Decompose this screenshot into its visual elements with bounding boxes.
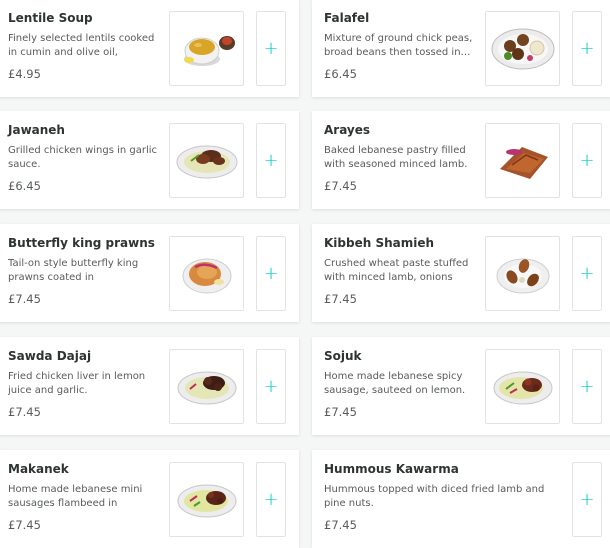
menu-item-text: Jawaneh Grilled chicken wings in garlic … xyxy=(8,123,158,193)
menu-item-card[interactable]: Falafel Mixture of ground chick peas, br… xyxy=(312,0,610,97)
menu-item-text: Butterfly king prawns Tail-on style butt… xyxy=(8,236,158,306)
menu-item-card[interactable]: Kibbeh Shamieh Crushed wheat paste stuff… xyxy=(312,224,610,322)
chicken-liver-icon[interactable] xyxy=(169,349,244,424)
menu-item-text: Falafel Mixture of ground chick peas, br… xyxy=(324,11,476,81)
menu-item-description: Fried chicken liver in lemon juice and g… xyxy=(8,371,146,396)
makanek-icon[interactable] xyxy=(169,462,244,537)
menu-item-name: Kibbeh Shamieh xyxy=(324,236,435,250)
menu-item-text: Makanek Home made lebanese mini sausages… xyxy=(8,462,158,532)
menu-item-name: Falafel xyxy=(324,11,370,25)
menu-item-description: Tail-on style butterfly king prawns coat… xyxy=(8,258,139,283)
menu-item-card[interactable]: Sawda Dajaj Fried chicken liver in lemon… xyxy=(0,337,299,435)
menu-item-text: Sojuk Home made lebanese spicy sausage, … xyxy=(324,349,476,419)
menu-grid: Lentile Soup Finely selected lentils coo… xyxy=(0,0,610,548)
menu-item-card[interactable]: Hummous Kawarma Hummous topped with dice… xyxy=(312,450,610,548)
menu-item-text: Arayes Baked lebanese pastry filled with… xyxy=(324,123,476,193)
add-item-button[interactable]: + xyxy=(572,236,602,311)
menu-item-description: Grilled chicken wings in garlic sauce. xyxy=(8,145,158,170)
menu-item-name: Arayes xyxy=(324,123,371,137)
menu-item-text: Sawda Dajaj Fried chicken liver in lemon… xyxy=(8,349,158,419)
menu-item-price: £7.45 xyxy=(324,405,357,419)
menu-item-price: £6.45 xyxy=(8,179,41,193)
menu-item-name: Lentile Soup xyxy=(8,11,93,25)
prawns-icon[interactable] xyxy=(169,236,244,311)
menu-item-name: Makanek xyxy=(8,462,69,476)
menu-item-description: Mixture of ground chick peas, broad bean… xyxy=(324,33,473,58)
add-item-button[interactable]: + xyxy=(256,11,286,86)
kibbeh-icon[interactable] xyxy=(485,236,560,311)
menu-item-price: £4.95 xyxy=(8,67,41,81)
menu-item-description: Hummous topped with diced fried lamb and… xyxy=(324,484,545,509)
menu-item-name: Hummous Kawarma xyxy=(324,462,459,476)
menu-item-price: £7.45 xyxy=(8,518,41,532)
falafel-icon[interactable] xyxy=(485,11,560,86)
menu-item-description: Finely selected lentils cooked in cumin … xyxy=(8,33,155,58)
menu-item-card[interactable]: Sojuk Home made lebanese spicy sausage, … xyxy=(312,337,610,435)
menu-item-name: Jawaneh xyxy=(8,123,65,137)
menu-item-price: £6.45 xyxy=(324,67,357,81)
menu-item-text: Kibbeh Shamieh Crushed wheat paste stuff… xyxy=(324,236,476,306)
chicken-wings-icon[interactable] xyxy=(169,123,244,198)
sojuk-icon[interactable] xyxy=(485,349,560,424)
menu-item-description: Home made lebanese mini sausages flambee… xyxy=(8,484,143,509)
menu-item-description: Crushed wheat paste stuffed with minced … xyxy=(324,258,469,283)
add-item-button[interactable]: + xyxy=(256,349,286,424)
menu-item-description: Home made lebanese spicy sausage, sautee… xyxy=(324,371,466,396)
menu-item-name: Butterfly king prawns xyxy=(8,236,155,250)
menu-item-price: £7.45 xyxy=(324,518,357,532)
menu-item-card[interactable]: Arayes Baked lebanese pastry filled with… xyxy=(312,111,610,209)
add-item-button[interactable]: + xyxy=(256,236,286,311)
add-item-button[interactable]: + xyxy=(256,462,286,537)
add-item-button[interactable]: + xyxy=(572,349,602,424)
menu-item-text: Lentile Soup Finely selected lentils coo… xyxy=(8,11,158,81)
menu-item-card[interactable]: Makanek Home made lebanese mini sausages… xyxy=(0,450,299,548)
add-item-button[interactable]: + xyxy=(572,123,602,198)
menu-item-card[interactable]: Butterfly king prawns Tail-on style butt… xyxy=(0,224,299,322)
menu-item-card[interactable]: Jawaneh Grilled chicken wings in garlic … xyxy=(0,111,299,209)
menu-item-card[interactable]: Lentile Soup Finely selected lentils coo… xyxy=(0,0,299,97)
menu-item-text: Hummous Kawarma Hummous topped with dice… xyxy=(324,462,554,532)
menu-item-description: Baked lebanese pastry filled with season… xyxy=(324,145,468,170)
add-item-button[interactable]: + xyxy=(572,11,602,86)
menu-item-name: Sawda Dajaj xyxy=(8,349,92,363)
menu-item-name: Sojuk xyxy=(324,349,362,363)
lentil-soup-icon[interactable] xyxy=(169,11,244,86)
add-item-button[interactable]: + xyxy=(572,462,602,537)
menu-item-price: £7.45 xyxy=(8,405,41,419)
menu-item-price: £7.45 xyxy=(324,179,357,193)
arayes-icon[interactable] xyxy=(485,123,560,198)
add-item-button[interactable]: + xyxy=(256,123,286,198)
menu-item-price: £7.45 xyxy=(8,292,41,306)
menu-item-price: £7.45 xyxy=(324,292,357,306)
